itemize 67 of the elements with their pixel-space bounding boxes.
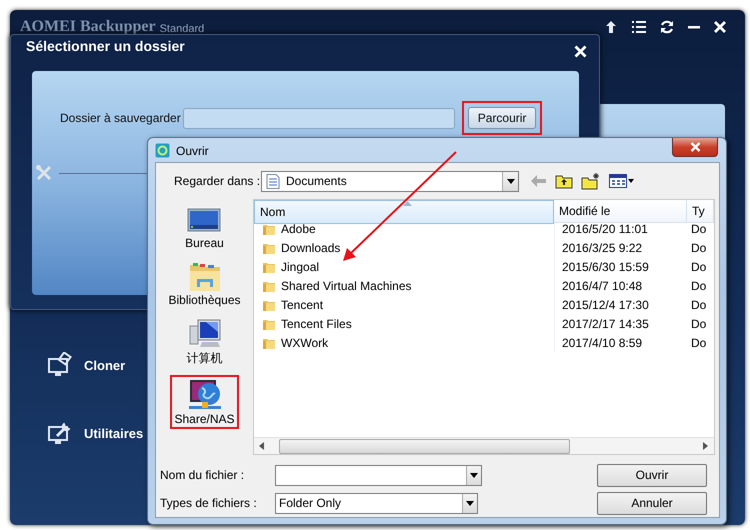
document-icon bbox=[266, 174, 280, 188]
file-name-cell[interactable]: WXWork bbox=[254, 333, 554, 352]
filetype-label: Types de fichiers : bbox=[160, 496, 258, 510]
place-item[interactable]: Share/NAS bbox=[170, 375, 239, 429]
app-title: AOMEI Backupper bbox=[20, 18, 156, 36]
scroll-right-icon[interactable] bbox=[703, 442, 709, 450]
modified-date-cell: 2016/4/7 10:48 bbox=[554, 276, 687, 295]
nav-item[interactable]: Utilitaires bbox=[48, 420, 144, 446]
sort-arrow-icon bbox=[403, 201, 412, 206]
modified-date-cell: 2015/6/30 15:59 bbox=[554, 257, 687, 276]
file-name-cell[interactable]: Downloads bbox=[254, 238, 554, 257]
column-header[interactable]: Ty bbox=[687, 200, 714, 223]
library-folder-icon bbox=[188, 261, 222, 293]
type-cell-text: Do bbox=[690, 296, 708, 314]
view-menu-icon[interactable] bbox=[609, 174, 635, 188]
caret-icon bbox=[506, 178, 514, 184]
modified-date-cell: 2016/5/20 11:01 bbox=[554, 219, 687, 238]
type-cell-text: Do bbox=[690, 220, 708, 238]
place-item[interactable]: Bibliothèques bbox=[164, 258, 245, 310]
type-cell-text: Do bbox=[690, 258, 708, 276]
tools-icon bbox=[35, 164, 53, 182]
close-button[interactable] bbox=[672, 138, 718, 157]
new-folder-icon[interactable] bbox=[581, 172, 601, 190]
file-name-cell[interactable]: Shared Virtual Machines bbox=[254, 276, 554, 295]
dialog-title: Sélectionner un dossier bbox=[26, 38, 185, 54]
folder-path-field[interactable] bbox=[182, 108, 455, 128]
modified-date-cell: 2017/4/10 8:59 bbox=[554, 333, 687, 352]
caret-icon bbox=[470, 472, 478, 478]
menu-icon[interactable] bbox=[631, 20, 647, 34]
close-icon bbox=[690, 142, 700, 152]
column-header[interactable]: Nom bbox=[254, 200, 554, 224]
edition-label: Standard bbox=[160, 23, 204, 35]
nav-item[interactable]: Cloner bbox=[48, 352, 126, 378]
type-cell-text: Do bbox=[690, 316, 708, 332]
modified-date-cell: 2017/2/17 14:35 bbox=[554, 314, 687, 333]
horizontal-scrollbar[interactable] bbox=[254, 437, 714, 454]
filename-label: Nom du fichier : bbox=[160, 468, 246, 482]
app-icon bbox=[155, 143, 170, 158]
modified-date-cell: 2016/3/25 9:22 bbox=[554, 238, 687, 257]
place-item[interactable]: 计算机 bbox=[182, 315, 226, 370]
refresh-icon[interactable] bbox=[659, 19, 675, 35]
field-label: Dossier à sauvegarder bbox=[60, 111, 181, 125]
monitor-pencil-icon bbox=[48, 352, 74, 378]
dialog-title: Ouvrir bbox=[176, 144, 209, 158]
look-in-dropdown[interactable]: Documents bbox=[261, 170, 519, 192]
file-name-cell[interactable]: Tencent Files bbox=[254, 314, 554, 333]
scroll-left-icon[interactable] bbox=[259, 442, 265, 450]
filename-field[interactable] bbox=[275, 464, 482, 486]
network-globe-icon bbox=[186, 378, 222, 412]
column-header[interactable]: Modifié le bbox=[554, 200, 687, 223]
look-in-label: Regarder dans : bbox=[174, 174, 261, 188]
file-name-cell[interactable]: Jingoal bbox=[254, 257, 554, 276]
file-name-cell[interactable]: Tencent bbox=[254, 295, 554, 314]
open-button[interactable]: Ouvrir bbox=[597, 464, 707, 486]
type-cell-text: Do bbox=[690, 334, 708, 352]
type-cell-text: Do bbox=[690, 240, 708, 256]
cancel-button[interactable]: Annuler bbox=[597, 492, 707, 514]
up-folder-icon[interactable] bbox=[555, 173, 573, 189]
filetype-dropdown[interactable]: Folder Only bbox=[275, 492, 478, 514]
close-icon[interactable] bbox=[574, 44, 587, 58]
type-cell-text: Do bbox=[690, 278, 708, 294]
caret-icon bbox=[466, 500, 474, 506]
close-icon[interactable] bbox=[713, 20, 727, 34]
computer-icon bbox=[188, 318, 222, 350]
modified-date-cell: 2015/12/4 17:30 bbox=[554, 295, 687, 314]
browse-button[interactable]: Parcourir bbox=[468, 107, 536, 129]
place-item[interactable]: Bureau bbox=[181, 205, 228, 253]
